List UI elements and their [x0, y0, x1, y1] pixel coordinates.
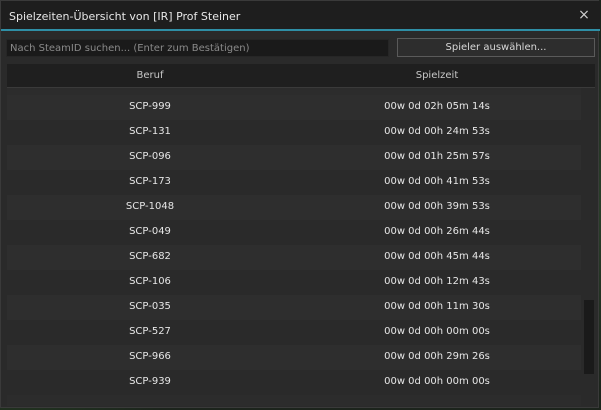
- job-cell: SCP-527: [129, 326, 171, 337]
- playtime-cell: 00w 0d 00h 26m 44s: [384, 226, 490, 237]
- table-row[interactable]: SCP-035 00w 0d 00h 11m 30s: [7, 295, 581, 320]
- playtime-table: Beruf Spielzeit SCP-999 00w 0d 02h 05m 14…: [7, 64, 595, 406]
- job-cell: SCP-966: [129, 351, 171, 362]
- job-cell: SCP-035: [129, 301, 171, 312]
- job-cell: SCP-999: [129, 101, 171, 112]
- table-row[interactable]: SCP-939 00w 0d 00h 00m 00s: [7, 370, 581, 395]
- playtime-cell: 00w 0d 00h 00m 00s: [384, 376, 490, 387]
- table-row[interactable]: SCP-106 00w 0d 00h 12m 43s: [7, 270, 581, 295]
- scrollbar-thumb[interactable]: [584, 300, 594, 374]
- table-row[interactable]: SCP-096 00w 0d 01h 25m 57s: [7, 145, 581, 170]
- job-cell: SCP-131: [129, 126, 171, 137]
- table-row[interactable]: SCP-049 00w 0d 00h 26m 44s: [7, 220, 581, 245]
- job-cell: SCP-1048: [125, 201, 175, 212]
- playtime-cell: 00w 0d 00h 41m 53s: [384, 176, 490, 187]
- playtime-cell: 00w 0d 00h 45m 44s: [384, 251, 490, 262]
- job-cell: SCP-939: [129, 376, 171, 387]
- playtime-cell: 00w 0d 00h 39m 53s: [384, 201, 490, 212]
- table-row[interactable]: SCP-999 00w 0d 02h 05m 14s: [7, 95, 581, 120]
- table-row[interactable]: SCP-527 00w 0d 00h 00m 00s: [7, 320, 581, 345]
- table-row[interactable]: SCP-682 00w 0d 00h 45m 44s: [7, 245, 581, 270]
- playtime-cell: 00w 0d 00h 11m 30s: [384, 301, 490, 312]
- table-row[interactable]: SCP-173 00w 0d 00h 41m 53s: [7, 170, 581, 195]
- playtime-cell: 00w 0d 00h 12m 43s: [384, 276, 490, 287]
- playtime-cell: 00w 0d 02h 05m 14s: [384, 101, 490, 112]
- playtime-cell: 00w 0d 00h 00m 00s: [384, 326, 490, 337]
- playtime-cell: 00w 0d 00h 24m 53s: [384, 126, 490, 137]
- table-row[interactable]: SCP-131 00w 0d 00h 24m 53s: [7, 120, 581, 145]
- table-header: Beruf Spielzeit: [7, 64, 595, 88]
- title-bar[interactable]: Spielzeiten-Übersicht von [IR] Prof Stei…: [1, 1, 600, 31]
- table-row[interactable]: SCP-1048 00w 0d 00h 39m 53s: [7, 195, 581, 220]
- playtime-window: Spielzeiten-Übersicht von [IR] Prof Stei…: [0, 0, 600, 408]
- job-cell: SCP-049: [129, 226, 171, 237]
- scrollbar[interactable]: [581, 88, 595, 406]
- column-header-playtime[interactable]: Spielzeit: [293, 70, 581, 81]
- close-icon[interactable]: ×: [576, 7, 592, 23]
- table-row[interactable]: SCP-966 00w 0d 00h 29m 26s: [7, 345, 581, 370]
- playtime-cell: 00w 0d 00h 29m 26s: [384, 351, 490, 362]
- job-cell: SCP-173: [129, 176, 171, 187]
- column-header-job[interactable]: Beruf: [7, 70, 293, 81]
- steamid-search-input[interactable]: [6, 39, 389, 57]
- select-player-button[interactable]: Spieler auswählen...: [397, 38, 595, 57]
- table-rows: SCP-999 00w 0d 02h 05m 14s SCP-131 00w 0d 0…: [7, 95, 581, 395]
- playtime-cell: 00w 0d 01h 25m 57s: [384, 151, 490, 162]
- job-cell: SCP-682: [129, 251, 171, 262]
- window-title: Spielzeiten-Übersicht von [IR] Prof Stei…: [9, 10, 241, 23]
- job-cell: SCP-106: [129, 276, 171, 287]
- job-cell: SCP-096: [129, 151, 171, 162]
